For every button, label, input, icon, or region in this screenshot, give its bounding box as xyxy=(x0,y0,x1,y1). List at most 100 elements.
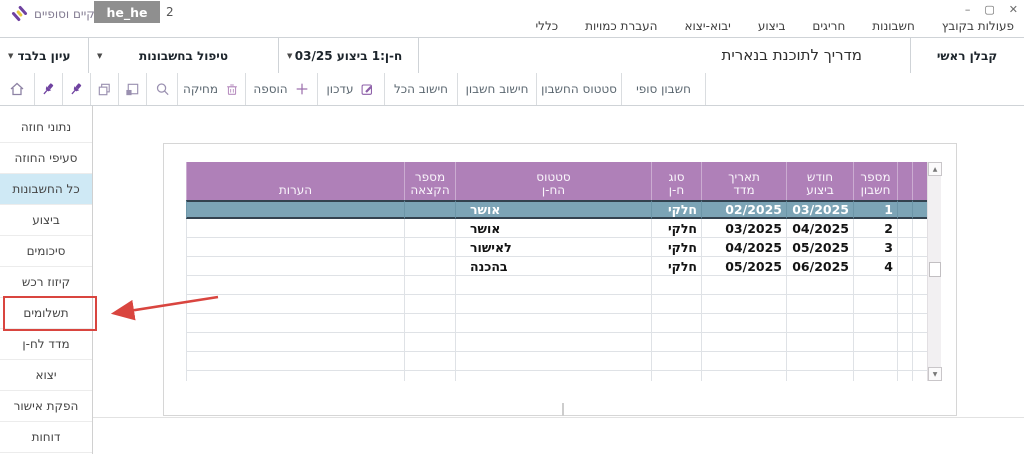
table-cell-execution-month[interactable]: 06/2025 xyxy=(786,257,853,276)
final-account-button[interactable]: חשבון סופי xyxy=(622,73,706,105)
menu-item-quantity-transfer[interactable]: העברת כמויות xyxy=(585,19,657,33)
empty-cell[interactable] xyxy=(701,276,786,295)
menu-item-general[interactable]: כללי xyxy=(535,19,558,33)
table-cell-indicator[interactable] xyxy=(912,219,927,238)
table-cell-notes[interactable] xyxy=(186,238,404,257)
column-header-index-date[interactable]: תאריך מדד xyxy=(701,162,786,200)
module-dropdown[interactable]: טיפול בחשבונות ▼ xyxy=(89,38,278,73)
table-cell-allocation[interactable] xyxy=(404,238,455,257)
search-button[interactable] xyxy=(147,73,178,105)
calculate-all-button[interactable]: חישוב הכל xyxy=(385,73,458,105)
empty-cell[interactable] xyxy=(186,371,404,381)
table-cell-account-status[interactable]: לאישור xyxy=(455,238,651,257)
table-cell-allocation[interactable] xyxy=(404,200,455,219)
scroll-down-button[interactable]: ▼ xyxy=(928,367,942,381)
sidebar-item-execution[interactable]: ביצוע xyxy=(0,205,92,236)
empty-cell[interactable] xyxy=(701,314,786,333)
table-cell-account-type[interactable]: חלקי xyxy=(651,219,701,238)
table-cell-notes[interactable] xyxy=(186,219,404,238)
empty-cell[interactable] xyxy=(186,352,404,371)
empty-cell[interactable] xyxy=(853,314,897,333)
account-selector-dropdown[interactable]: ח-ן:1 ביצוע 03/25 ▼ xyxy=(279,38,418,73)
empty-cell[interactable] xyxy=(404,371,455,381)
empty-cell[interactable] xyxy=(186,314,404,333)
empty-cell[interactable] xyxy=(786,295,853,314)
view-mode-dropdown[interactable]: עיון בלבד ▼ xyxy=(0,38,88,73)
home-button[interactable] xyxy=(0,73,35,105)
table-cell-index-date[interactable]: 04/2025 xyxy=(701,238,786,257)
empty-cell[interactable] xyxy=(404,314,455,333)
empty-cell[interactable] xyxy=(186,333,404,352)
empty-cell[interactable] xyxy=(651,314,701,333)
menu-item-import-export[interactable]: יבוא-יצוא xyxy=(685,19,731,33)
empty-cell[interactable] xyxy=(651,333,701,352)
sidebar-item-export[interactable]: יצוא xyxy=(0,360,92,391)
table-cell-account-number[interactable]: 3 xyxy=(853,238,897,257)
pin-button-1[interactable] xyxy=(35,73,63,105)
empty-cell[interactable] xyxy=(455,314,651,333)
empty-cell[interactable] xyxy=(786,276,853,295)
empty-cell[interactable] xyxy=(701,333,786,352)
account-status-button[interactable]: סטטוס החשבון xyxy=(537,73,622,105)
scroll-up-button[interactable]: ▲ xyxy=(928,162,942,176)
empty-cell[interactable] xyxy=(455,371,651,381)
empty-cell[interactable] xyxy=(651,352,701,371)
empty-cell[interactable] xyxy=(651,371,701,381)
empty-cell[interactable] xyxy=(455,352,651,371)
minimize-icon[interactable]: – xyxy=(965,3,971,16)
table-cell-account-number[interactable]: 1 xyxy=(853,200,897,219)
column-header-notes[interactable]: הערות xyxy=(186,162,404,200)
duplicate-button[interactable] xyxy=(91,73,119,105)
empty-cell[interactable] xyxy=(897,371,912,381)
table-cell-account-type[interactable]: חלקי xyxy=(651,257,701,276)
menu-item-execution[interactable]: ביצוע xyxy=(758,19,786,33)
table-cell-index-date[interactable]: 02/2025 xyxy=(701,200,786,219)
empty-cell[interactable] xyxy=(912,371,927,381)
table-cell-index-date[interactable]: 05/2025 xyxy=(701,257,786,276)
empty-cell[interactable] xyxy=(912,352,927,371)
empty-cell[interactable] xyxy=(897,276,912,295)
empty-cell[interactable] xyxy=(701,352,786,371)
sidebar-item-contract-sections[interactable]: סעיפי החוזה xyxy=(0,143,92,174)
pin-button-2[interactable] xyxy=(63,73,91,105)
empty-cell[interactable] xyxy=(701,295,786,314)
maximize-icon[interactable]: ▢ xyxy=(984,3,994,16)
empty-cell[interactable] xyxy=(897,314,912,333)
empty-cell[interactable] xyxy=(701,371,786,381)
empty-cell[interactable] xyxy=(912,276,927,295)
sidebar-item-account-index[interactable]: מדד לח-ן xyxy=(0,329,92,360)
empty-cell[interactable] xyxy=(404,352,455,371)
empty-cell[interactable] xyxy=(455,295,651,314)
update-button[interactable]: עדכון xyxy=(318,73,385,105)
menu-item-exceptions[interactable]: חריגים xyxy=(812,19,845,33)
empty-cell[interactable] xyxy=(455,333,651,352)
column-header-account-type[interactable]: סוג ח-ן xyxy=(651,162,701,200)
empty-cell[interactable] xyxy=(853,352,897,371)
table-cell-indicator[interactable] xyxy=(897,238,912,257)
table-cell-account-number[interactable]: 2 xyxy=(853,219,897,238)
sidebar-item-all-accounts[interactable]: כל החשבונות xyxy=(0,174,92,205)
column-header-allocation-number[interactable]: מספר הקצאה xyxy=(404,162,455,200)
column-header-account-number[interactable]: מספר חשבון xyxy=(853,162,897,200)
table-cell-allocation[interactable] xyxy=(404,219,455,238)
table-cell-indicator[interactable] xyxy=(912,200,927,219)
empty-cell[interactable] xyxy=(853,276,897,295)
table-cell-notes[interactable] xyxy=(186,257,404,276)
table-cell-execution-month[interactable]: 05/2025 xyxy=(786,238,853,257)
floating-tab-he-he[interactable]: he_he xyxy=(94,1,160,23)
table-cell-allocation[interactable] xyxy=(404,257,455,276)
menu-item-accounts[interactable]: חשבונות xyxy=(872,19,915,33)
empty-cell[interactable] xyxy=(651,276,701,295)
empty-cell[interactable] xyxy=(853,371,897,381)
sidebar-item-reports[interactable]: דוחות xyxy=(0,422,92,453)
empty-cell[interactable] xyxy=(912,295,927,314)
menu-item-file-actions[interactable]: פעולות בקובץ xyxy=(942,19,1014,33)
empty-cell[interactable] xyxy=(897,333,912,352)
table-cell-account-type[interactable]: חלקי xyxy=(651,200,701,219)
table-cell-notes[interactable] xyxy=(186,200,404,219)
empty-cell[interactable] xyxy=(455,276,651,295)
column-header-execution-month[interactable]: חודש ביצוע xyxy=(786,162,853,200)
empty-cell[interactable] xyxy=(897,295,912,314)
sidebar-item-purchase-offset[interactable]: קיזוז רכש xyxy=(0,267,92,298)
add-button[interactable]: הוספה xyxy=(246,73,318,105)
